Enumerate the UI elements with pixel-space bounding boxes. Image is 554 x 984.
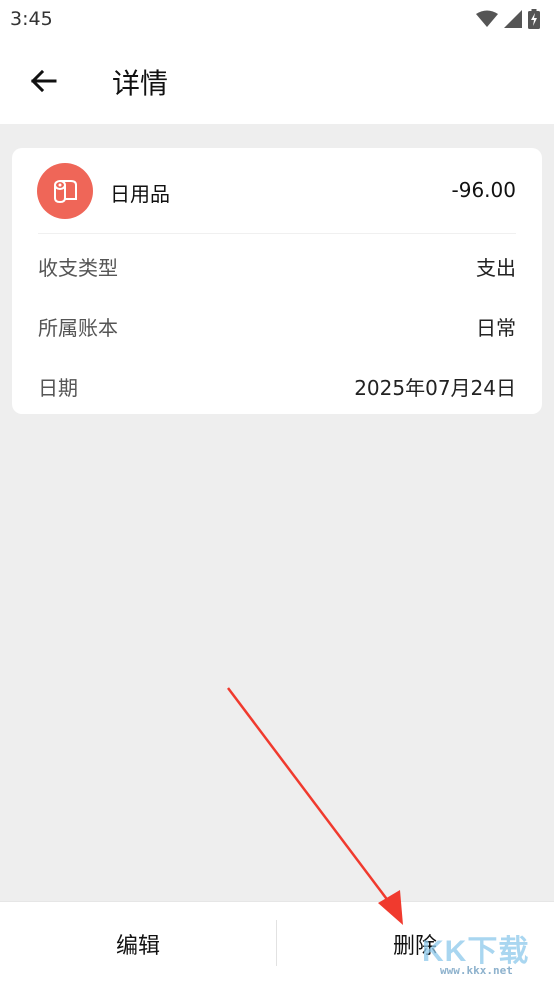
info-label: 收支类型 <box>38 256 118 280</box>
category-icon-badge <box>37 163 93 219</box>
info-label: 所属账本 <box>38 316 118 340</box>
record-amount: -96.00 <box>451 178 516 202</box>
arrow-left-icon <box>30 69 57 93</box>
info-row-type: 收支类型 支出 <box>12 246 542 286</box>
info-label: 日期 <box>38 376 78 400</box>
card-divider <box>38 233 516 234</box>
status-icons <box>476 9 540 29</box>
battery-charging-icon <box>528 9 540 29</box>
info-row-ledger: 所属账本 日常 <box>12 306 542 346</box>
wifi-icon <box>476 10 498 27</box>
status-time: 3:45 <box>10 8 53 30</box>
category-name: 日用品 <box>110 182 170 206</box>
record-detail-card: 日用品 -96.00 收支类型 支出 所属账本 日常 日期 2025年07月24… <box>12 148 542 414</box>
cell-signal-icon <box>504 10 522 28</box>
delete-button[interactable]: 删除 <box>277 902 553 984</box>
bottom-action-bar: 编辑 删除 <box>0 901 554 984</box>
category-row: 日用品 -96.00 <box>12 148 542 234</box>
info-value: 支出 <box>476 256 516 280</box>
info-value: 日常 <box>476 316 516 340</box>
info-row-date: 日期 2025年07月24日 <box>12 366 542 406</box>
back-button[interactable] <box>22 60 64 102</box>
app-bar: 详情 <box>0 38 554 124</box>
status-bar: 3:45 <box>0 0 554 38</box>
toilet-paper-icon <box>54 180 77 204</box>
info-value: 2025年07月24日 <box>354 376 516 400</box>
edit-button[interactable]: 编辑 <box>0 902 276 984</box>
page-title: 详情 <box>112 67 169 100</box>
